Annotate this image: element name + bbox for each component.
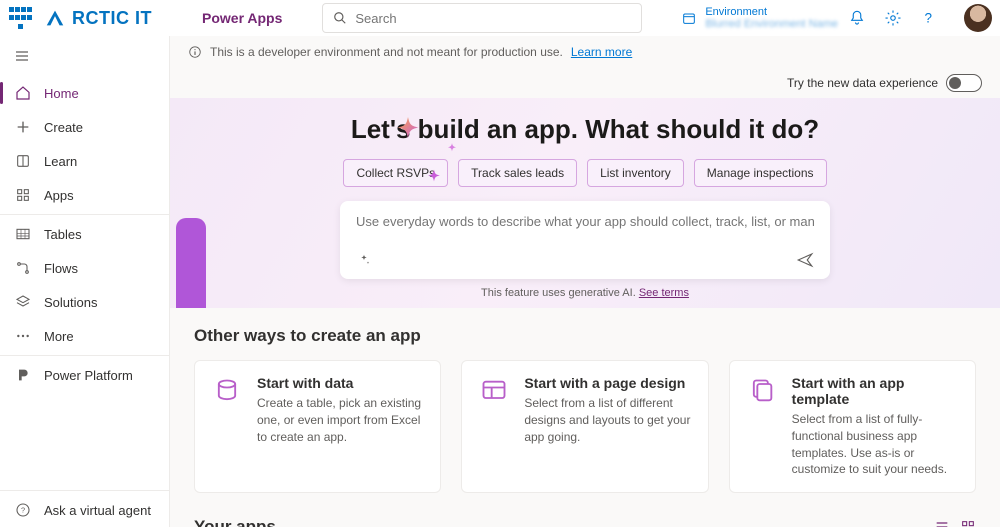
ai-prompt-box bbox=[340, 201, 830, 279]
sidebar-item-label: Ask a virtual agent bbox=[44, 503, 151, 518]
help-circle-icon: ? bbox=[14, 501, 32, 519]
waffle-icon[interactable] bbox=[8, 6, 32, 30]
view-toggle bbox=[934, 519, 976, 527]
sidebar-item-home[interactable]: Home bbox=[0, 76, 169, 110]
more-icon bbox=[14, 327, 32, 345]
flow-icon bbox=[14, 259, 32, 277]
hero-banner: Let's build an app. What should it do? C… bbox=[170, 98, 1000, 308]
app-name[interactable]: Power Apps bbox=[202, 10, 282, 26]
card-title: Start with an app template bbox=[792, 375, 959, 407]
sparkle-icon bbox=[390, 114, 426, 150]
notice-link[interactable]: Learn more bbox=[571, 45, 632, 59]
sidebar-item-label: Learn bbox=[44, 154, 77, 169]
layout-icon bbox=[478, 375, 510, 407]
ai-terms-link[interactable]: See terms bbox=[639, 287, 689, 299]
toggle-label: Try the new data experience bbox=[787, 76, 938, 90]
ai-disclaimer: This feature uses generative AI. See ter… bbox=[170, 287, 1000, 299]
plus-icon bbox=[14, 118, 32, 136]
other-ways-section: Other ways to create an app Start with d… bbox=[170, 308, 1000, 493]
sidebar-item-label: Solutions bbox=[44, 295, 97, 310]
sidebar-item-label: Flows bbox=[44, 261, 78, 276]
send-icon[interactable] bbox=[796, 251, 814, 269]
suggestion-pills: Collect RSVPs Track sales leads List inv… bbox=[170, 159, 1000, 187]
sparkle-small-icon bbox=[445, 142, 459, 156]
user-avatar[interactable] bbox=[964, 4, 992, 32]
sidebar-item-label: Apps bbox=[44, 188, 74, 203]
app-header: RCTIC IT Power Apps Environment Blurred … bbox=[0, 0, 1000, 36]
card-title: Start with a page design bbox=[524, 375, 691, 391]
environment-name: Blurred Environment Name bbox=[705, 18, 838, 30]
hero-title: Let's build an app. What should it do? bbox=[170, 114, 1000, 145]
company-logo[interactable]: RCTIC IT bbox=[44, 7, 152, 29]
sidebar-item-tables[interactable]: Tables bbox=[0, 217, 169, 251]
pill-track-sales[interactable]: Track sales leads bbox=[458, 159, 577, 187]
sidebar-item-apps[interactable]: Apps bbox=[0, 178, 169, 212]
card-desc: Select from a list of fully-functional b… bbox=[792, 411, 959, 478]
card-start-with-template[interactable]: Start with an app template Select from a… bbox=[729, 360, 976, 493]
environment-label: Environment bbox=[705, 6, 838, 18]
info-icon bbox=[188, 45, 202, 59]
sidebar-item-power-platform[interactable]: Power Platform bbox=[0, 358, 169, 392]
environment-icon bbox=[681, 10, 697, 26]
help-icon[interactable]: ? bbox=[920, 9, 938, 27]
list-view-icon[interactable] bbox=[934, 519, 950, 527]
sparkle-action-icon[interactable] bbox=[356, 252, 372, 268]
hero-decoration bbox=[176, 218, 206, 308]
sidebar-item-virtual-agent[interactable]: ? Ask a virtual agent bbox=[0, 493, 169, 527]
sidebar-item-more[interactable]: More bbox=[0, 319, 169, 353]
search-input[interactable] bbox=[355, 11, 631, 26]
logo-glyph-icon bbox=[44, 7, 66, 29]
your-apps-header: Your apps bbox=[170, 493, 1000, 527]
sidebar-item-solutions[interactable]: Solutions bbox=[0, 285, 169, 319]
sidebar-item-create[interactable]: Create bbox=[0, 110, 169, 144]
sidebar-item-label: Home bbox=[44, 86, 79, 101]
data-experience-toggle[interactable] bbox=[946, 74, 982, 92]
create-cards: Start with data Create a table, pick an … bbox=[194, 360, 976, 493]
your-apps-heading: Your apps bbox=[194, 517, 276, 527]
header-actions: ? bbox=[848, 4, 992, 32]
svg-text:?: ? bbox=[925, 11, 933, 26]
main-content: This is a developer environment and not … bbox=[170, 36, 1000, 527]
sidebar-item-label: Create bbox=[44, 120, 83, 135]
grid-view-icon[interactable] bbox=[960, 519, 976, 527]
other-ways-heading: Other ways to create an app bbox=[194, 326, 976, 346]
search-box[interactable] bbox=[322, 3, 642, 33]
sidebar-toggle[interactable] bbox=[0, 36, 169, 76]
notifications-icon[interactable] bbox=[848, 9, 866, 27]
card-start-with-data[interactable]: Start with data Create a table, pick an … bbox=[194, 360, 441, 493]
card-start-with-page[interactable]: Start with a page design Select from a l… bbox=[461, 360, 708, 493]
table-icon bbox=[14, 225, 32, 243]
home-icon bbox=[14, 84, 32, 102]
notice-text: This is a developer environment and not … bbox=[210, 45, 563, 59]
pill-list-inventory[interactable]: List inventory bbox=[587, 159, 684, 187]
layers-icon bbox=[14, 293, 32, 311]
sidebar-item-label: Power Platform bbox=[44, 368, 133, 383]
sidebar-item-learn[interactable]: Learn bbox=[0, 144, 169, 178]
book-icon bbox=[14, 152, 32, 170]
card-desc: Create a table, pick an existing one, or… bbox=[257, 395, 424, 445]
template-icon bbox=[746, 375, 778, 407]
logo-text: RCTIC IT bbox=[72, 8, 152, 29]
data-experience-toggle-row: Try the new data experience bbox=[170, 68, 1000, 92]
developer-notice: This is a developer environment and not … bbox=[170, 36, 1000, 68]
hamburger-icon bbox=[14, 48, 30, 64]
sidebar-item-label: More bbox=[44, 329, 74, 344]
search-icon bbox=[333, 11, 347, 25]
svg-text:?: ? bbox=[21, 506, 25, 515]
database-icon bbox=[211, 375, 243, 407]
apps-icon bbox=[14, 186, 32, 204]
card-title: Start with data bbox=[257, 375, 424, 391]
sparkle-med-icon bbox=[424, 168, 444, 188]
settings-icon[interactable] bbox=[884, 9, 902, 27]
sidebar-item-label: Tables bbox=[44, 227, 82, 242]
sidebar: Home Create Learn Apps Tables Flows Solu… bbox=[0, 36, 170, 527]
ai-prompt-input[interactable] bbox=[356, 214, 814, 229]
sidebar-item-flows[interactable]: Flows bbox=[0, 251, 169, 285]
power-platform-icon bbox=[14, 366, 32, 384]
card-desc: Select from a list of different designs … bbox=[524, 395, 691, 445]
pill-manage-inspections[interactable]: Manage inspections bbox=[694, 159, 827, 187]
environment-picker[interactable]: Environment Blurred Environment Name bbox=[681, 6, 838, 30]
